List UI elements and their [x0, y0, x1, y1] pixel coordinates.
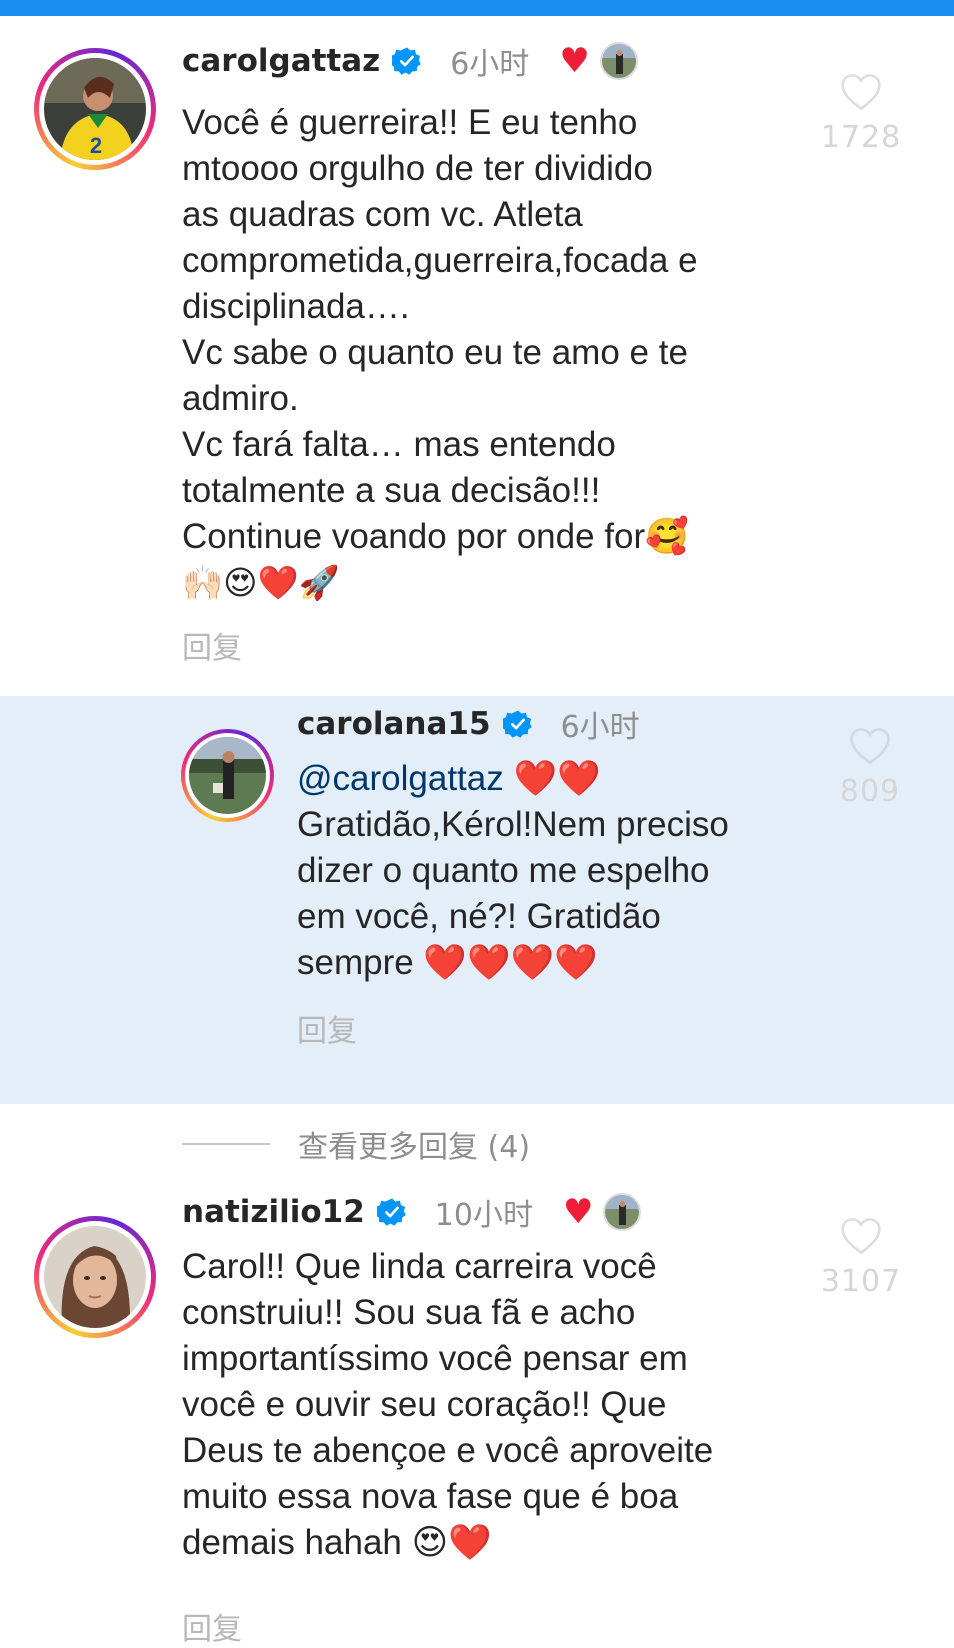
heart-outline-icon	[841, 1218, 881, 1255]
like-count: 3107	[820, 1264, 902, 1299]
comment-line: importantíssimo você pensar em	[182, 1339, 688, 1378]
avatar-photo-icon	[189, 737, 266, 814]
view-more-replies[interactable]: 查看更多回复 (4)	[182, 1122, 530, 1166]
mention-suffix: ❤️❤️	[503, 759, 601, 798]
timestamp: 10小时	[434, 1198, 533, 1233]
comment-line: mtoooo orgulho de ter dividido	[182, 149, 653, 188]
username[interactable]: natizilio12	[182, 1194, 365, 1230]
like-button[interactable]: 809	[815, 726, 925, 809]
like-button[interactable]: 3107	[806, 1216, 916, 1299]
comment-line: Você é guerreira!! E eu tenho	[182, 103, 638, 142]
heart-filled-icon: ♥	[562, 1192, 594, 1232]
comment-text: @carolgattaz ❤️❤️ Gratidão,Kérol!Nem pre…	[297, 756, 817, 986]
comment-line: demais hahah 😍❤️	[182, 1523, 492, 1562]
like-button[interactable]: 1728	[806, 72, 916, 155]
comment-line: 🙌🏻😍❤️🚀	[182, 564, 340, 601]
comment-carolgattaz: 2 carolgattaz 6小时 ♥ Você é guerreira!! E…	[0, 16, 954, 696]
comment-line: totalmente a sua decisão!!!	[182, 471, 601, 510]
verified-badge-icon	[376, 1198, 406, 1226]
comment-line: Deus te abençoe e você aproveite	[182, 1431, 714, 1470]
comment-line: muito essa nova fase que é boa	[182, 1477, 679, 1516]
creator-avatar	[599, 42, 638, 80]
divider	[182, 1143, 270, 1145]
timestamp: 6小时	[560, 710, 640, 745]
reply-button[interactable]: 回复	[182, 623, 242, 667]
avatar[interactable]	[181, 729, 274, 822]
like-count: 1728	[820, 120, 902, 155]
mention-link[interactable]: @carolgattaz	[297, 759, 504, 798]
verified-badge-icon	[392, 47, 422, 75]
svg-text:2: 2	[90, 133, 102, 158]
comment-line: @carolgattaz ❤️❤️	[297, 756, 817, 802]
reply-button[interactable]: 回复	[182, 1604, 242, 1648]
avatar[interactable]: 2	[34, 48, 156, 170]
like-count: 809	[839, 774, 901, 809]
comment-line: Vc sabe o quanto eu te amo e te	[182, 333, 688, 372]
heart-filled-icon: ♥	[559, 41, 590, 81]
heart-outline-icon	[850, 728, 890, 765]
top-accent-bar	[0, 0, 954, 16]
comment-line: comprometida,guerreira,focada e	[182, 241, 698, 280]
reply-carolana15: carolana15 6小时 @carolgattaz ❤️❤️ Gratidã…	[0, 696, 954, 1104]
comment-line: sempre ❤️❤️❤️❤️	[297, 943, 598, 982]
verified-badge-icon	[502, 710, 532, 738]
avatar-photo-icon: 2	[44, 58, 146, 160]
comment-line: Carol!! Que linda carreira você	[182, 1247, 657, 1286]
comment-line: as quadras com vc. Atleta	[182, 195, 583, 234]
reply-button[interactable]: 回复	[297, 1006, 357, 1050]
comment-natizilio12: natizilio12 10小时 ♥ Carol!! Que linda car…	[0, 1192, 954, 1647]
avatar[interactable]	[34, 1216, 156, 1338]
comment-line: admiro.	[182, 379, 299, 418]
username[interactable]: carolgattaz	[182, 43, 380, 79]
comment-line: Gratidão,Kérol!Nem preciso	[297, 805, 729, 844]
comment-text: Carol!! Que linda carreira você construi…	[182, 1244, 802, 1566]
avatar-photo-icon	[44, 1226, 146, 1328]
comment-line: Vc fará falta… mas entendo	[182, 425, 616, 464]
comment-line: você e ouvir seu coração!! Que	[182, 1385, 667, 1424]
timestamp: 6小时	[450, 47, 530, 82]
comment-text: Você é guerreira!! E eu tenho mtoooo org…	[182, 100, 802, 606]
comment-line: construiu!! Sou sua fã e acho	[182, 1293, 636, 1332]
creator-avatar	[603, 1193, 642, 1231]
view-more-label: 查看更多回复 (4)	[298, 1130, 531, 1165]
comment-line: em você, né?! Gratidão	[297, 897, 661, 936]
comment-line: Continue voando por onde for🥰	[182, 517, 689, 556]
comment-line: dizer o quanto me espelho	[297, 851, 710, 890]
heart-outline-icon	[841, 74, 881, 111]
comment-line: disciplinada….	[182, 287, 410, 326]
username[interactable]: carolana15	[297, 706, 491, 742]
